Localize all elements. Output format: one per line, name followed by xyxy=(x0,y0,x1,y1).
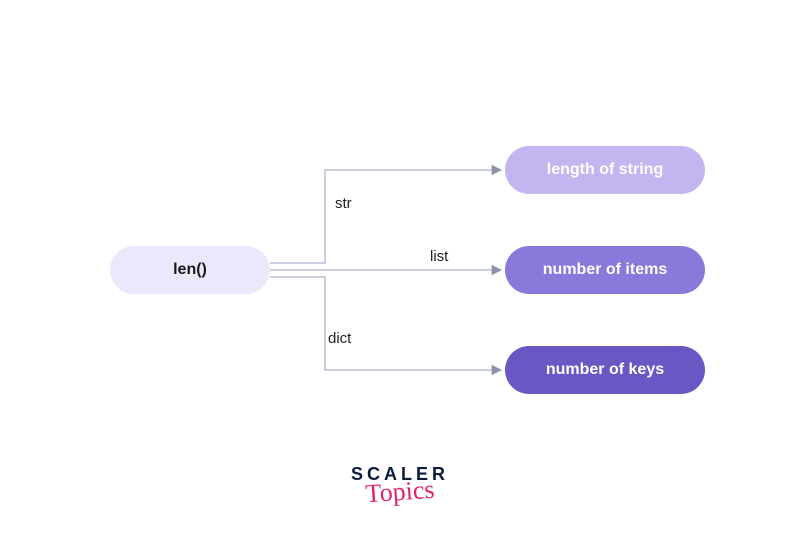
footer-logo: SCALER Topics xyxy=(351,465,449,505)
output-node-item-count: number of items xyxy=(505,246,705,294)
output-node-label: number of keys xyxy=(546,361,664,379)
branch-label-list: list xyxy=(430,248,448,265)
footer-brand-lower: Topics xyxy=(350,476,450,509)
output-node-label: number of items xyxy=(543,261,667,279)
branch-label-str: str xyxy=(335,195,352,212)
diagram-canvas: len() length of string number of items n… xyxy=(0,0,800,539)
branch-line-str xyxy=(270,170,500,263)
source-node-label: len() xyxy=(173,261,207,279)
branch-line-dict xyxy=(270,277,500,370)
source-node-len: len() xyxy=(110,246,270,294)
branch-label-dict: dict xyxy=(328,330,351,347)
output-node-string-length: length of string xyxy=(505,146,705,194)
output-node-key-count: number of keys xyxy=(505,346,705,394)
output-node-label: length of string xyxy=(547,161,663,179)
